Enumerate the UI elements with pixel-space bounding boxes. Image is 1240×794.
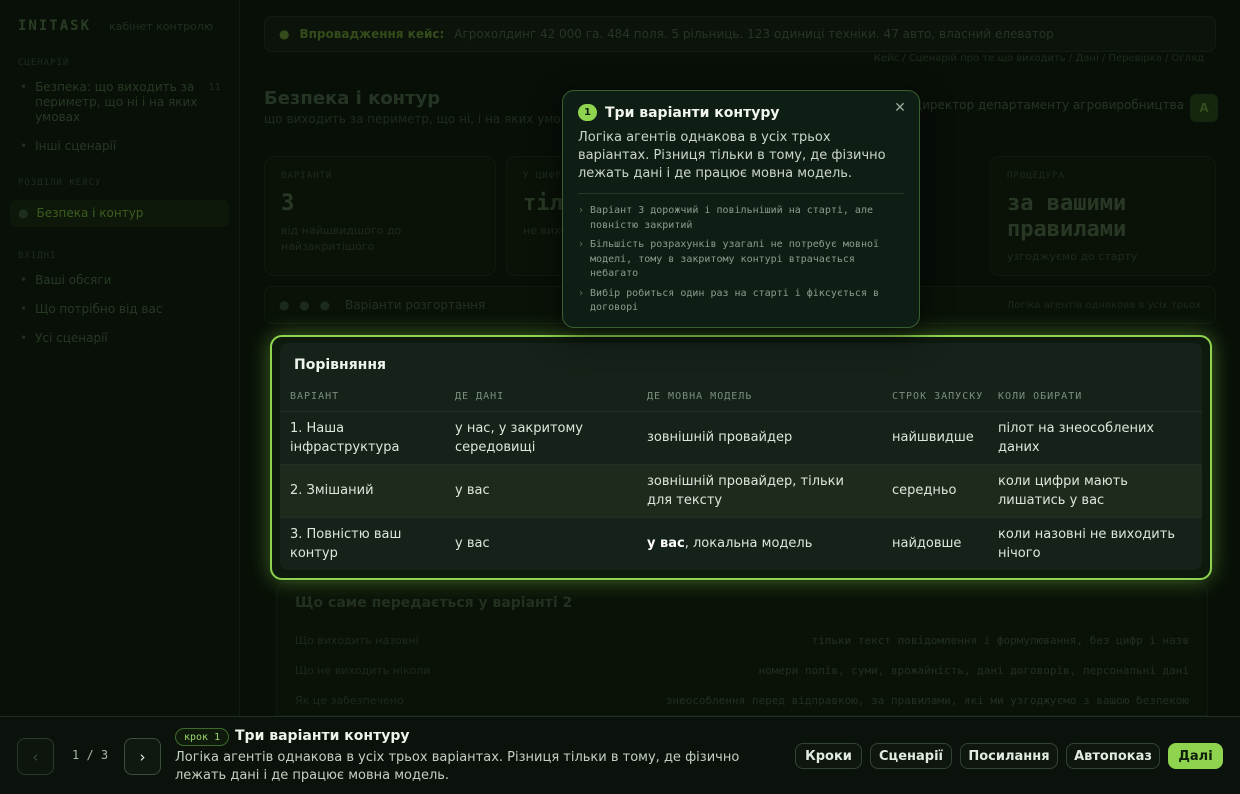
scenarios-button[interactable]: Сценарії (870, 743, 952, 769)
list-item-text: Більшість розрахунків узагалі не потребу… (590, 239, 880, 279)
list-item: › Більшість розрахунків узагалі не потре… (578, 238, 904, 282)
step-number-badge: 1 (578, 104, 597, 121)
next-step-arrow-button[interactable]: › (124, 738, 161, 775)
table-cell: пілот на знеособлених даних (988, 411, 1202, 465)
column-header-when-to-choose: КОЛИ ОБИРАТИ (988, 383, 1202, 412)
table-cell: зовнішній провайдер, тільки для тексту (637, 464, 882, 518)
table-cell: 1. Наша інфраструктура (280, 411, 445, 465)
table-row: 2. Змішаний у вас зовнішній провайдер, т… (280, 464, 1202, 518)
tour-bottom-bar: ‹ 1 / 3 › крок 1 Три варіанти контуру Ло… (0, 716, 1240, 794)
comparison-card: Порівняння ВАРІАНТ ДЕ ДАНІ ДЕ МОВНА МОДЕ… (280, 343, 1202, 570)
emphasis-text: у вас (647, 536, 685, 551)
column-header-model-location: ДЕ МОВНА МОДЕЛЬ (637, 383, 882, 412)
chevron-left-icon: ‹ (32, 747, 39, 766)
next-button[interactable]: Далі (1168, 743, 1223, 769)
autoplay-button[interactable]: Автопоказ (1066, 743, 1160, 769)
chevron-right-icon: › (578, 239, 585, 250)
table-cell: у вас, локальна модель (637, 517, 882, 570)
table-cell: коли назовні не виходить нічого (988, 517, 1202, 570)
list-item: › Варіант 3 дорожчий і повільніший на ст… (578, 204, 904, 233)
column-header-launch-time: СТРОК ЗАПУСКУ (882, 383, 988, 412)
table-cell: зовнішній провайдер (637, 411, 882, 465)
previous-step-button[interactable]: ‹ (17, 738, 54, 775)
table-cell: найшвидше (882, 411, 988, 465)
column-header-data-location: ДЕ ДАНІ (445, 383, 637, 412)
chevron-right-icon: › (139, 747, 146, 766)
table-cell: 3. Повністю ваш контур (280, 517, 445, 570)
list-item-text: Вибір робиться один раз на старті і фікс… (590, 287, 880, 314)
chevron-right-icon: › (578, 205, 585, 216)
table-row: 1. Наша інфраструктура у нас, у закритом… (280, 411, 1202, 465)
list-item: › Вибір робиться один раз на старті і фі… (578, 287, 904, 316)
table-cell: коли цифри мають лишатись у вас (988, 464, 1202, 518)
tour-popover: 1 Три варіанти контуру ✕ Логіка агентів … (562, 90, 920, 328)
table-cell: 2. Змішаний (280, 464, 445, 518)
table-row: 3. Повністю ваш контур у вас у вас, лока… (280, 517, 1202, 570)
step-badge: крок 1 (175, 728, 230, 746)
table-cell: середньо (882, 464, 988, 518)
cell-text: , локальна модель (684, 536, 813, 551)
popover-title: Три варіанти контуру (605, 104, 780, 121)
popover-body: Логіка агентів однакова в усіх трьох вар… (578, 129, 904, 194)
comparison-table: ВАРІАНТ ДЕ ДАНІ ДЕ МОВНА МОДЕЛЬ СТРОК ЗА… (280, 383, 1202, 570)
column-header-variant: ВАРІАНТ (280, 383, 445, 412)
popover-bullets: › Варіант 3 дорожчий і повільніший на ст… (578, 204, 904, 316)
table-cell: у вас (445, 464, 637, 518)
popover-header: 1 Три варіанти контуру (578, 104, 904, 121)
step-title: Три варіанти контуру (235, 728, 410, 744)
comparison-card-highlighted: Порівняння ВАРІАНТ ДЕ ДАНІ ДЕ МОВНА МОДЕ… (270, 335, 1212, 580)
table-cell: у нас, у закритому середовищі (445, 411, 637, 465)
comparison-title: Порівняння (294, 357, 387, 373)
close-icon[interactable]: ✕ (891, 99, 909, 117)
step-description: Логіка агентів однакова в усіх трьох вар… (175, 750, 740, 783)
list-item-text: Варіант 3 дорожчий і повільніший на стар… (590, 205, 873, 231)
links-button[interactable]: Посилання (960, 743, 1058, 769)
table-cell: найдовше (882, 517, 988, 570)
chevron-right-icon: › (578, 287, 585, 299)
table-cell: у вас (445, 517, 637, 570)
table-header-row: ВАРІАНТ ДЕ ДАНІ ДЕ МОВНА МОДЕЛЬ СТРОК ЗА… (280, 383, 1202, 412)
steps-button[interactable]: Кроки (795, 743, 862, 769)
step-pager: 1 / 3 (72, 748, 109, 762)
